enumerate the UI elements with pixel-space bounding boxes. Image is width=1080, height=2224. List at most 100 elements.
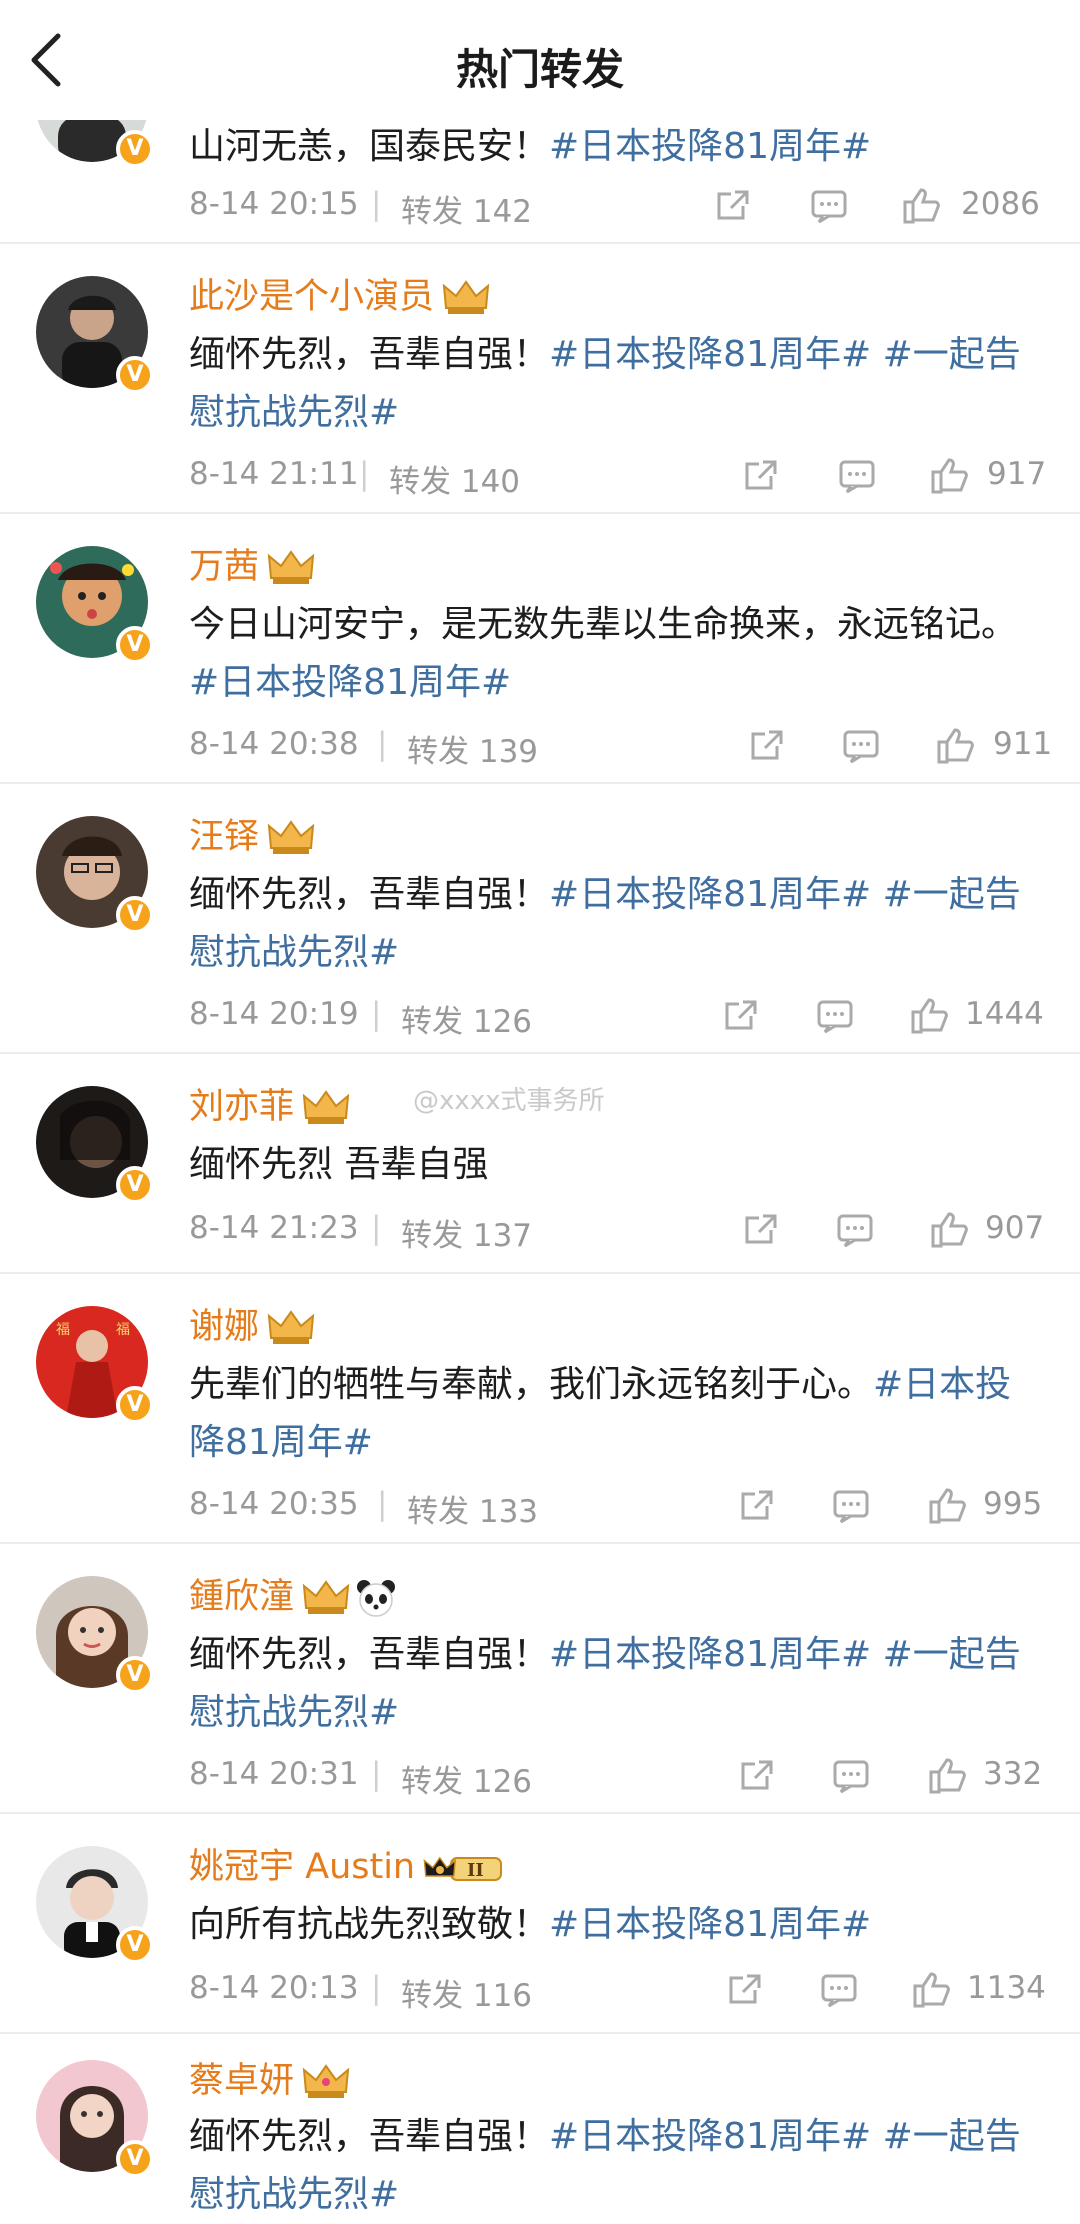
post-content: 缅怀先烈 吾辈自强 <box>189 1144 489 1185</box>
verified-badge-icon: V <box>116 356 154 394</box>
like-count: 907 <box>985 1210 1045 1246</box>
post-meta: 8-14 20:31 | 转发 126 332 <box>189 1756 1043 1800</box>
post-item[interactable]: V 此沙是个小演员 缅怀先烈，吾辈自强！#日本投降81周年# #一起告慰抗战先烈… <box>0 242 1080 514</box>
post-item[interactable]: V 万茜 今日山河安宁，是无数先辈以生命换来，永远铭记。#日本投降81周年# 8… <box>0 512 1080 784</box>
verified-badge-icon: V <box>116 1166 154 1204</box>
post-item[interactable]: V 蔡卓妍 缅怀先烈，吾辈自强！#日本投降81周年# #一起告慰抗战先烈# <box>0 2032 1080 2215</box>
thumbs-up-icon[interactable] <box>927 1756 967 1796</box>
verified-badge-icon: V <box>116 896 154 934</box>
post-meta: 8-14 21:23 | 转发 137 907 <box>189 1210 1045 1254</box>
share-icon[interactable] <box>741 1210 781 1250</box>
thumbs-up-icon[interactable] <box>929 1210 969 1250</box>
post-item[interactable]: V 鍾欣潼 缅怀先烈，吾辈自强！#日本投降81周年# #一起告慰抗战先烈# 8-… <box>0 1542 1080 1814</box>
comment-icon[interactable] <box>809 186 849 226</box>
user-name[interactable]: 此沙是个小演员 <box>189 268 490 319</box>
user-name[interactable]: 汪铎 <box>189 808 315 859</box>
like-count: 1134 <box>967 1970 1046 2006</box>
user-name[interactable]: 万茜 <box>189 538 315 589</box>
post-time: 8-14 20:31 <box>189 1756 359 1792</box>
avatar[interactable]: V <box>36 276 154 394</box>
user-name[interactable]: 鍾欣潼 <box>189 1568 398 1619</box>
crown-icon: II <box>423 1856 503 1881</box>
panda-icon <box>357 1580 396 1617</box>
repost-count: 转发 139 <box>407 734 539 770</box>
comment-icon[interactable] <box>831 1486 871 1526</box>
post-meta: 8-14 20:19 | 转发 126 1444 <box>189 996 1044 1040</box>
svg-text:福: 福 <box>56 1322 70 1338</box>
avatar[interactable]: 福 福 V <box>36 1306 154 1424</box>
thumbs-up-icon[interactable] <box>911 1970 951 2010</box>
repost-count: 转发 126 <box>401 1004 533 1040</box>
post-content: 缅怀先烈，吾辈自强！#日本投降81周年# #一起告慰抗战先烈# <box>189 2116 1021 2215</box>
post-meta: 8-14 20:35 | 转发 133 995 <box>189 1486 1043 1530</box>
thumbs-up-icon[interactable] <box>929 456 969 496</box>
crown-icon <box>302 1090 350 1124</box>
share-icon[interactable] <box>721 996 761 1036</box>
svg-text:II: II <box>467 1860 484 1881</box>
comment-icon[interactable] <box>841 726 881 766</box>
avatar[interactable]: V <box>36 1846 154 1964</box>
verified-badge-icon: V <box>116 2140 154 2178</box>
like-count: 911 <box>993 726 1053 762</box>
top-nav-bar: 热门转发 <box>0 0 1080 120</box>
user-name[interactable]: 蔡卓妍 <box>189 2052 350 2103</box>
crown-icon <box>302 2064 350 2098</box>
share-icon[interactable] <box>737 1486 777 1526</box>
post-item[interactable]: V 汪铎 缅怀先烈，吾辈自强！#日本投降81周年# #一起告慰抗战先烈# 8-1… <box>0 782 1080 1054</box>
post-item[interactable]: 福 福 V 谢娜 先辈们的牺牲与奉献，我们永远铭刻于心。#日本投降81周年# 8-… <box>0 1272 1080 1544</box>
user-name[interactable]: 刘亦菲 <box>189 1078 350 1129</box>
thumbs-up-icon[interactable] <box>909 996 949 1036</box>
hashtag-link[interactable]: #日本投降81周年# <box>549 1904 871 1945</box>
like-count: 917 <box>987 456 1047 492</box>
share-icon[interactable] <box>747 726 787 766</box>
repost-count: 转发 133 <box>407 1494 539 1530</box>
post-time: 8-14 20:15 <box>189 186 359 222</box>
avatar[interactable]: V <box>36 546 154 664</box>
comment-icon[interactable] <box>815 996 855 1036</box>
user-name[interactable]: 谢娜 <box>189 1298 315 1349</box>
post-content: 山河无恙，国泰民安！#日本投降81周年# <box>189 126 872 167</box>
repost-count: 转发 142 <box>401 194 533 230</box>
comment-icon[interactable] <box>831 1756 871 1796</box>
post-content: 缅怀先烈，吾辈自强！#日本投降81周年# #一起告慰抗战先烈# <box>189 334 1021 433</box>
repost-count: 转发 116 <box>401 1978 533 2014</box>
avatar[interactable]: V <box>36 1086 154 1204</box>
verified-badge-icon: V <box>116 1926 154 1964</box>
post-time: 8-14 20:35 <box>189 1486 359 1522</box>
verified-badge-icon: V <box>116 130 154 168</box>
post-meta: 8-14 20:38 | 转发 139 911 <box>189 726 1053 770</box>
crown-icon <box>442 280 490 314</box>
post-item[interactable]: V 姚冠宇 Austin II 向所有抗战先烈致敬！#日本投降81周年# 8-14… <box>0 1812 1080 2034</box>
avatar[interactable]: V <box>36 816 154 934</box>
avatar[interactable]: V <box>36 2060 154 2178</box>
thumbs-up-icon[interactable] <box>901 186 941 226</box>
post-content: 缅怀先烈，吾辈自强！#日本投降81周年# #一起告慰抗战先烈# <box>189 874 1021 973</box>
share-icon[interactable] <box>741 456 781 496</box>
page-title: 热门转发 <box>455 45 624 94</box>
post-content: 缅怀先烈，吾辈自强！#日本投降81周年# #一起告慰抗战先烈# <box>189 1634 1021 1733</box>
thumbs-up-icon[interactable] <box>935 726 975 766</box>
share-icon[interactable] <box>713 186 753 226</box>
post-time: 8-14 20:38 <box>189 726 359 762</box>
post-time: 8-14 20:19 <box>189 996 359 1032</box>
repost-count: 转发 140 <box>389 464 521 500</box>
comment-icon[interactable] <box>837 456 877 496</box>
post-content: 今日山河安宁，是无数先辈以生命换来，永远铭记。#日本投降81周年# <box>189 604 1018 703</box>
thumbs-up-icon[interactable] <box>927 1486 967 1526</box>
post-time: 8-14 21:11 <box>189 456 359 492</box>
hashtag-link[interactable]: #日本投降81周年# <box>189 662 511 703</box>
repost-count: 转发 126 <box>401 1764 533 1800</box>
user-name[interactable]: 姚冠宇 Austin II <box>189 1838 507 1889</box>
post-content: 向所有抗战先烈致敬！#日本投降81周年# <box>189 1904 872 1945</box>
share-icon[interactable] <box>737 1756 777 1796</box>
verified-badge-icon: V <box>116 1386 154 1424</box>
svg-text:福: 福 <box>116 1322 130 1338</box>
comment-icon[interactable] <box>819 1970 859 2010</box>
watermark: @xxxx式事务所 <box>413 1086 605 1116</box>
comment-icon[interactable] <box>835 1210 875 1250</box>
post-time: 8-14 20:13 <box>189 1970 359 2006</box>
share-icon[interactable] <box>725 1970 765 2010</box>
hashtag-link[interactable]: #日本投降81周年# <box>549 126 871 167</box>
avatar[interactable]: V <box>36 1576 154 1694</box>
like-count: 332 <box>983 1756 1043 1792</box>
